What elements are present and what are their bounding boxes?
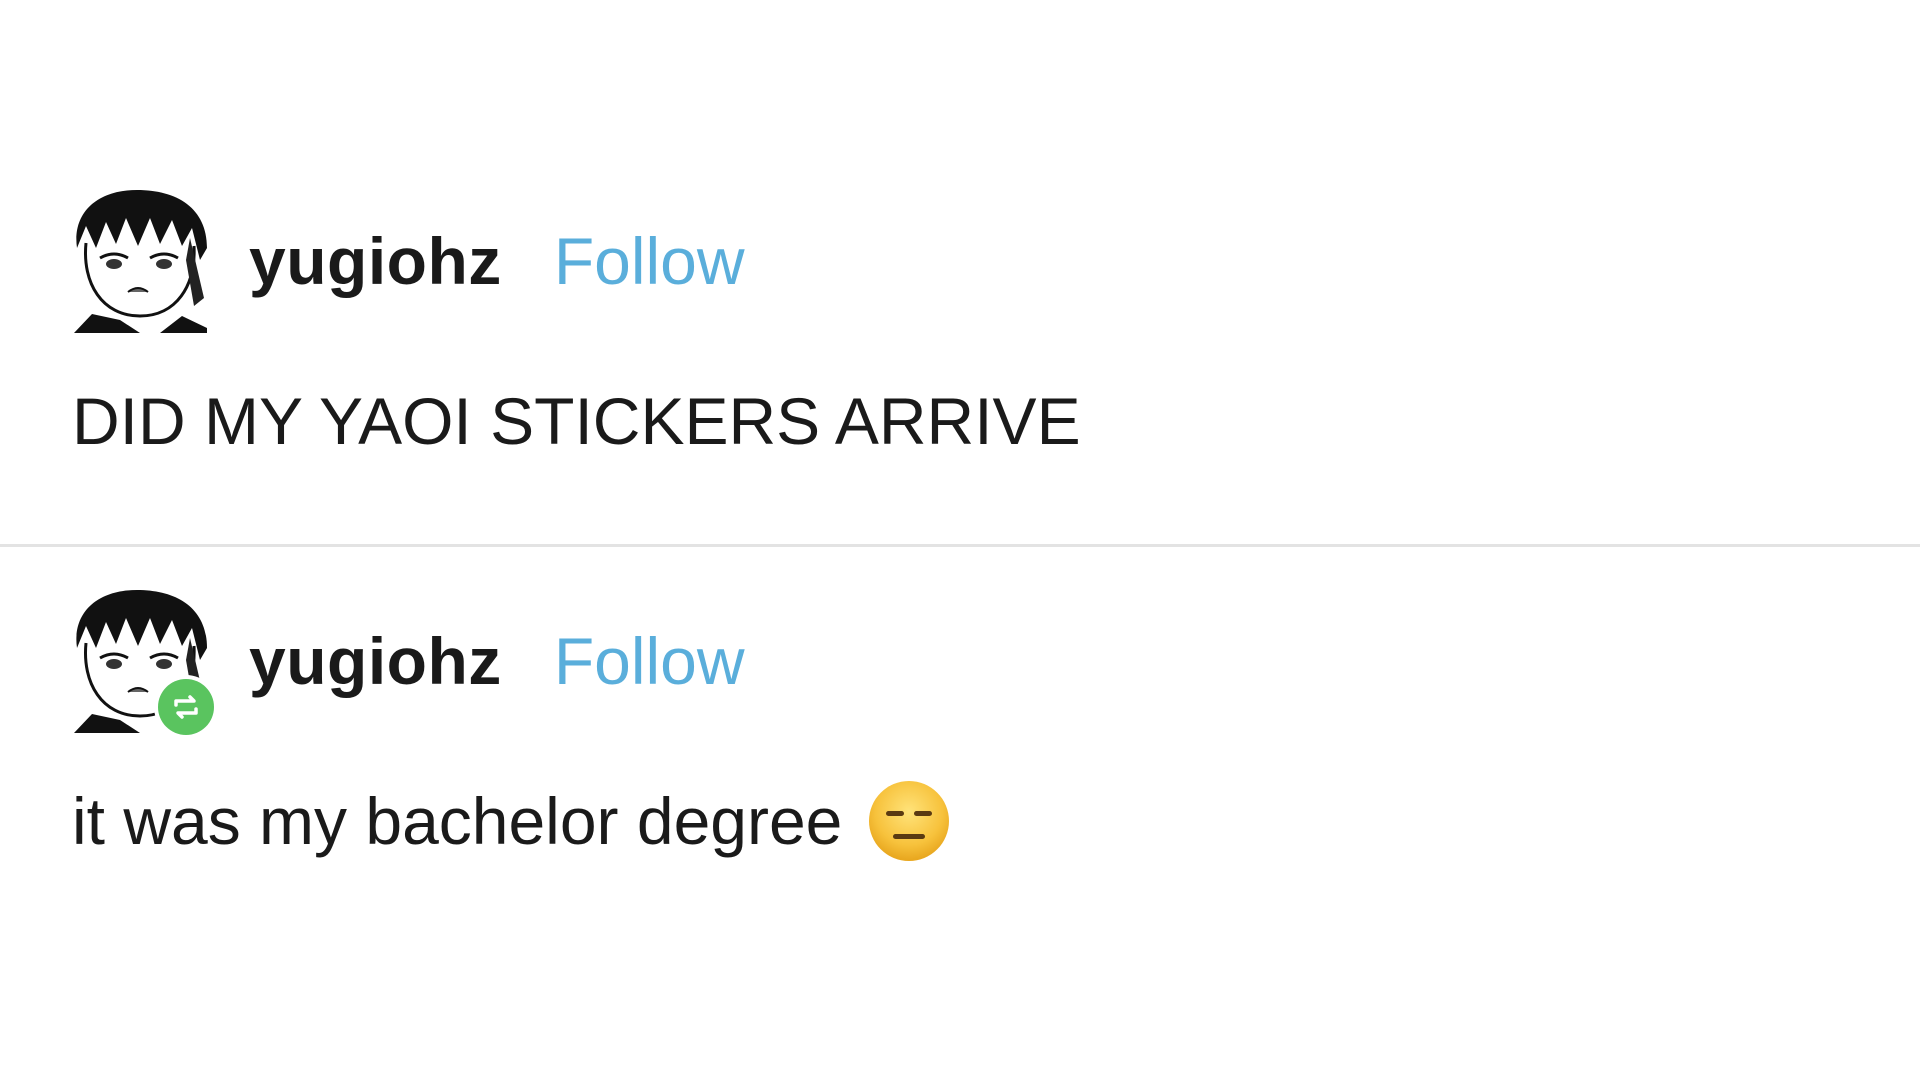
tumblr-post-thread: yugiohz Follow DID MY YAOI STICKERS ARRI… (0, 0, 1920, 1080)
avatar[interactable] (72, 188, 207, 333)
username[interactable]: yugiohz (249, 228, 502, 294)
post-header: yugiohz Follow (72, 188, 745, 333)
post-text: it was my bachelor degree (72, 778, 952, 864)
reblog-icon (158, 679, 214, 735)
username[interactable]: yugiohz (249, 628, 502, 694)
post-body-text: it was my bachelor degree (72, 784, 843, 858)
post-body-text: DID MY YAOI STICKERS ARRIVE (72, 384, 1081, 458)
post-header: yugiohz Follow (72, 588, 745, 739)
follow-button[interactable]: Follow (554, 628, 745, 694)
avatar[interactable] (72, 588, 218, 739)
follow-button[interactable]: Follow (554, 228, 745, 294)
post-divider (0, 544, 1920, 547)
post-text: DID MY YAOI STICKERS ARRIVE (72, 388, 1081, 454)
expressionless-face-emoji-icon (869, 781, 950, 861)
anime-avatar-icon (72, 188, 207, 333)
reblog-badge (154, 675, 218, 739)
